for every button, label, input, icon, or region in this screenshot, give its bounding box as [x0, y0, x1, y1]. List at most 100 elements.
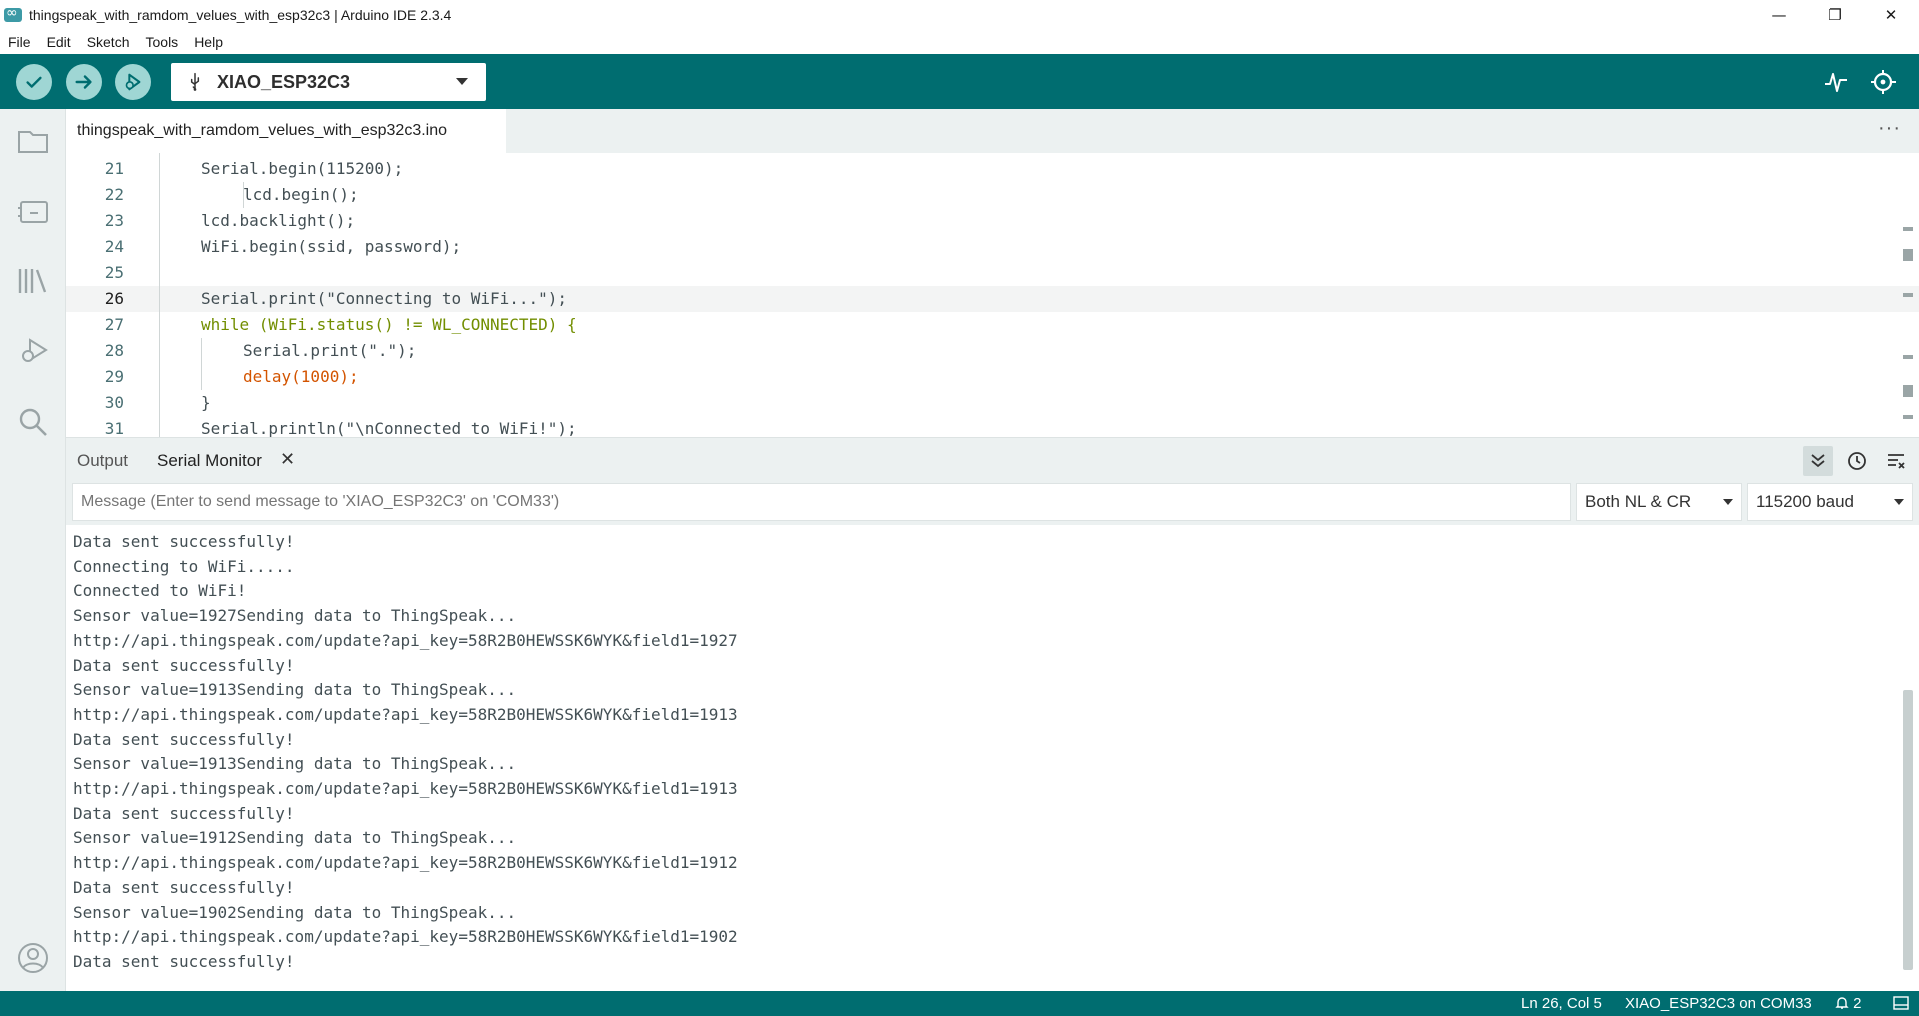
- board-selector[interactable]: XIAO_ESP32C3: [171, 63, 486, 101]
- code-line-current: 26 Serial.print("Connecting to WiFi...")…: [66, 286, 1919, 312]
- serial-line: Sensor value=1913Sending data to ThingSp…: [73, 680, 517, 700]
- serial-line: http://api.thingspeak.com/update?api_key…: [73, 927, 738, 947]
- code-line: 31 Serial.println("\nConnected to WiFi!"…: [66, 416, 1919, 437]
- serial-line: Data sent successfully!: [73, 877, 295, 897]
- title-bar: thingspeak_with_ramdom_velues_with_esp32…: [0, 0, 1919, 29]
- serial-line: http://api.thingspeak.com/update?api_key…: [73, 630, 738, 650]
- notifications-status[interactable]: 2: [1835, 995, 1862, 1012]
- scroll-marker: [1903, 293, 1913, 297]
- serial-monitor-icon[interactable]: [1870, 68, 1898, 96]
- status-bar: Ln 26, Col 5 XIAO_ESP32C3 on COM33 2: [0, 991, 1919, 1016]
- board-port-status[interactable]: XIAO_ESP32C3 on COM33: [1625, 995, 1812, 1012]
- serial-monitor-output[interactable]: Data sent successfully! Connecting to Wi…: [66, 525, 1919, 991]
- serial-line: Sensor value=1912Sending data to ThingSp…: [73, 828, 517, 848]
- code-text: WiFi.begin(ssid, password);: [201, 237, 462, 256]
- baud-rate-value: 115200 baud: [1756, 492, 1855, 511]
- code-text: lcd.backlight();: [201, 211, 356, 230]
- cursor-position[interactable]: Ln 26, Col 5: [1521, 995, 1602, 1012]
- menu-sketch[interactable]: Sketch: [79, 34, 138, 50]
- line-number: 30: [104, 393, 124, 412]
- code-line: 21 Serial.begin(115200);: [66, 156, 1919, 182]
- code-line: 30 }: [66, 390, 1919, 416]
- arrow-right-icon: [75, 75, 92, 89]
- menu-edit[interactable]: Edit: [39, 34, 79, 50]
- bell-icon: [1835, 997, 1849, 1009]
- activity-bar: [0, 109, 66, 991]
- board-name: XIAO_ESP32C3: [217, 71, 351, 92]
- chevron-down-icon: [456, 78, 468, 85]
- verify-button[interactable]: [16, 64, 52, 100]
- code-line: 27 while (WiFi.status() != WL_CONNECTED)…: [66, 312, 1919, 338]
- close-button[interactable]: ✕: [1863, 0, 1919, 29]
- debug-icon: [125, 73, 141, 91]
- serial-line: Data sent successfully!: [73, 532, 295, 551]
- code-line: 28 Serial.print(".");: [66, 338, 1919, 364]
- serial-line: Data sent successfully!: [73, 729, 295, 749]
- upload-button[interactable]: [66, 64, 102, 100]
- debug-button[interactable]: [115, 64, 151, 100]
- serial-line: Connected to WiFi!: [73, 581, 247, 601]
- code-line: 24 WiFi.begin(ssid, password);: [66, 234, 1919, 260]
- code-line: 25: [66, 260, 1919, 286]
- line-ending-select[interactable]: Both NL & CR: [1576, 483, 1742, 521]
- code-line: 23 lcd.backlight();: [66, 208, 1919, 234]
- chevron-down-icon: [1723, 499, 1733, 505]
- chevron-down-icon: [1894, 499, 1904, 505]
- tab-sketch-file[interactable]: thingspeak_with_ramdom_velues_with_esp32…: [66, 109, 506, 153]
- line-number: 21: [104, 159, 124, 178]
- clear-output-button[interactable]: [1881, 446, 1911, 476]
- code-text: delay(1000);: [243, 367, 359, 386]
- menu-file[interactable]: File: [0, 34, 39, 50]
- code-text: Serial.println("\nConnected to WiFi!");: [201, 419, 577, 437]
- indent-guide: [243, 182, 244, 208]
- code-text: Serial.begin(115200);: [201, 159, 404, 178]
- indent-guide: [201, 338, 202, 390]
- code-editor[interactable]: 21 Serial.begin(115200); 22 lcd.begin();…: [66, 153, 1919, 437]
- serial-line: Data sent successfully!: [73, 803, 295, 823]
- scroll-marker: [1903, 355, 1913, 359]
- clear-list-icon: [1888, 454, 1905, 469]
- library-manager-icon[interactable]: [16, 264, 50, 298]
- line-number: 29: [104, 367, 124, 386]
- bottom-panel-tabs: Output Serial Monitor ✕: [66, 437, 1919, 483]
- toolbar: XIAO_ESP32C3: [0, 54, 1919, 109]
- window-controls: — ❐ ✕: [1751, 0, 1919, 29]
- serial-message-row: Both NL & CR 115200 baud: [66, 483, 1919, 525]
- serial-message-input[interactable]: [72, 483, 1571, 521]
- line-number: 24: [104, 237, 124, 256]
- autoscroll-button[interactable]: [1803, 446, 1833, 476]
- menu-bar: File Edit Sketch Tools Help: [0, 29, 1919, 54]
- search-icon[interactable]: [16, 405, 50, 439]
- minimize-button[interactable]: —: [1751, 0, 1807, 29]
- boards-manager-icon[interactable]: [16, 195, 50, 229]
- clock-icon: [1848, 452, 1866, 470]
- code-text: while (WiFi.status() != WL_CONNECTED) {: [201, 315, 577, 334]
- line-number: 22: [104, 185, 124, 204]
- line-ending-value: Both NL & CR: [1585, 492, 1692, 511]
- close-icon[interactable]: ✕: [280, 449, 295, 470]
- menu-tools[interactable]: Tools: [138, 34, 187, 50]
- indent-guide: [159, 153, 160, 437]
- serial-line: http://api.thingspeak.com/update?api_key…: [73, 853, 738, 873]
- tab-output[interactable]: Output: [77, 451, 128, 471]
- scroll-marker: [1903, 227, 1913, 231]
- menu-help[interactable]: Help: [186, 34, 231, 50]
- more-actions-icon[interactable]: ···: [1878, 117, 1901, 140]
- serial-scrollbar[interactable]: [1903, 690, 1913, 970]
- maximize-button[interactable]: ❐: [1807, 0, 1863, 29]
- account-icon[interactable]: [16, 941, 50, 975]
- serial-plotter-icon[interactable]: [1822, 68, 1850, 96]
- serial-line: Sensor value=1902Sending data to ThingSp…: [73, 902, 517, 922]
- tab-serial-monitor[interactable]: Serial Monitor: [157, 451, 262, 471]
- code-text: lcd.begin();: [243, 185, 359, 204]
- serial-line: Connecting to WiFi.....: [73, 556, 295, 576]
- sketchbook-folder-icon[interactable]: [16, 124, 50, 158]
- code-line: 22 lcd.begin();: [66, 182, 1919, 208]
- scroll-marker: [1903, 249, 1913, 261]
- line-number: 25: [104, 263, 124, 282]
- timestamp-button[interactable]: [1842, 446, 1872, 476]
- debug-sidebar-icon[interactable]: [16, 334, 50, 368]
- panel-toggle-icon[interactable]: [1893, 996, 1909, 1010]
- arduino-logo-icon: [4, 5, 22, 22]
- baud-rate-select[interactable]: 115200 baud: [1747, 483, 1913, 521]
